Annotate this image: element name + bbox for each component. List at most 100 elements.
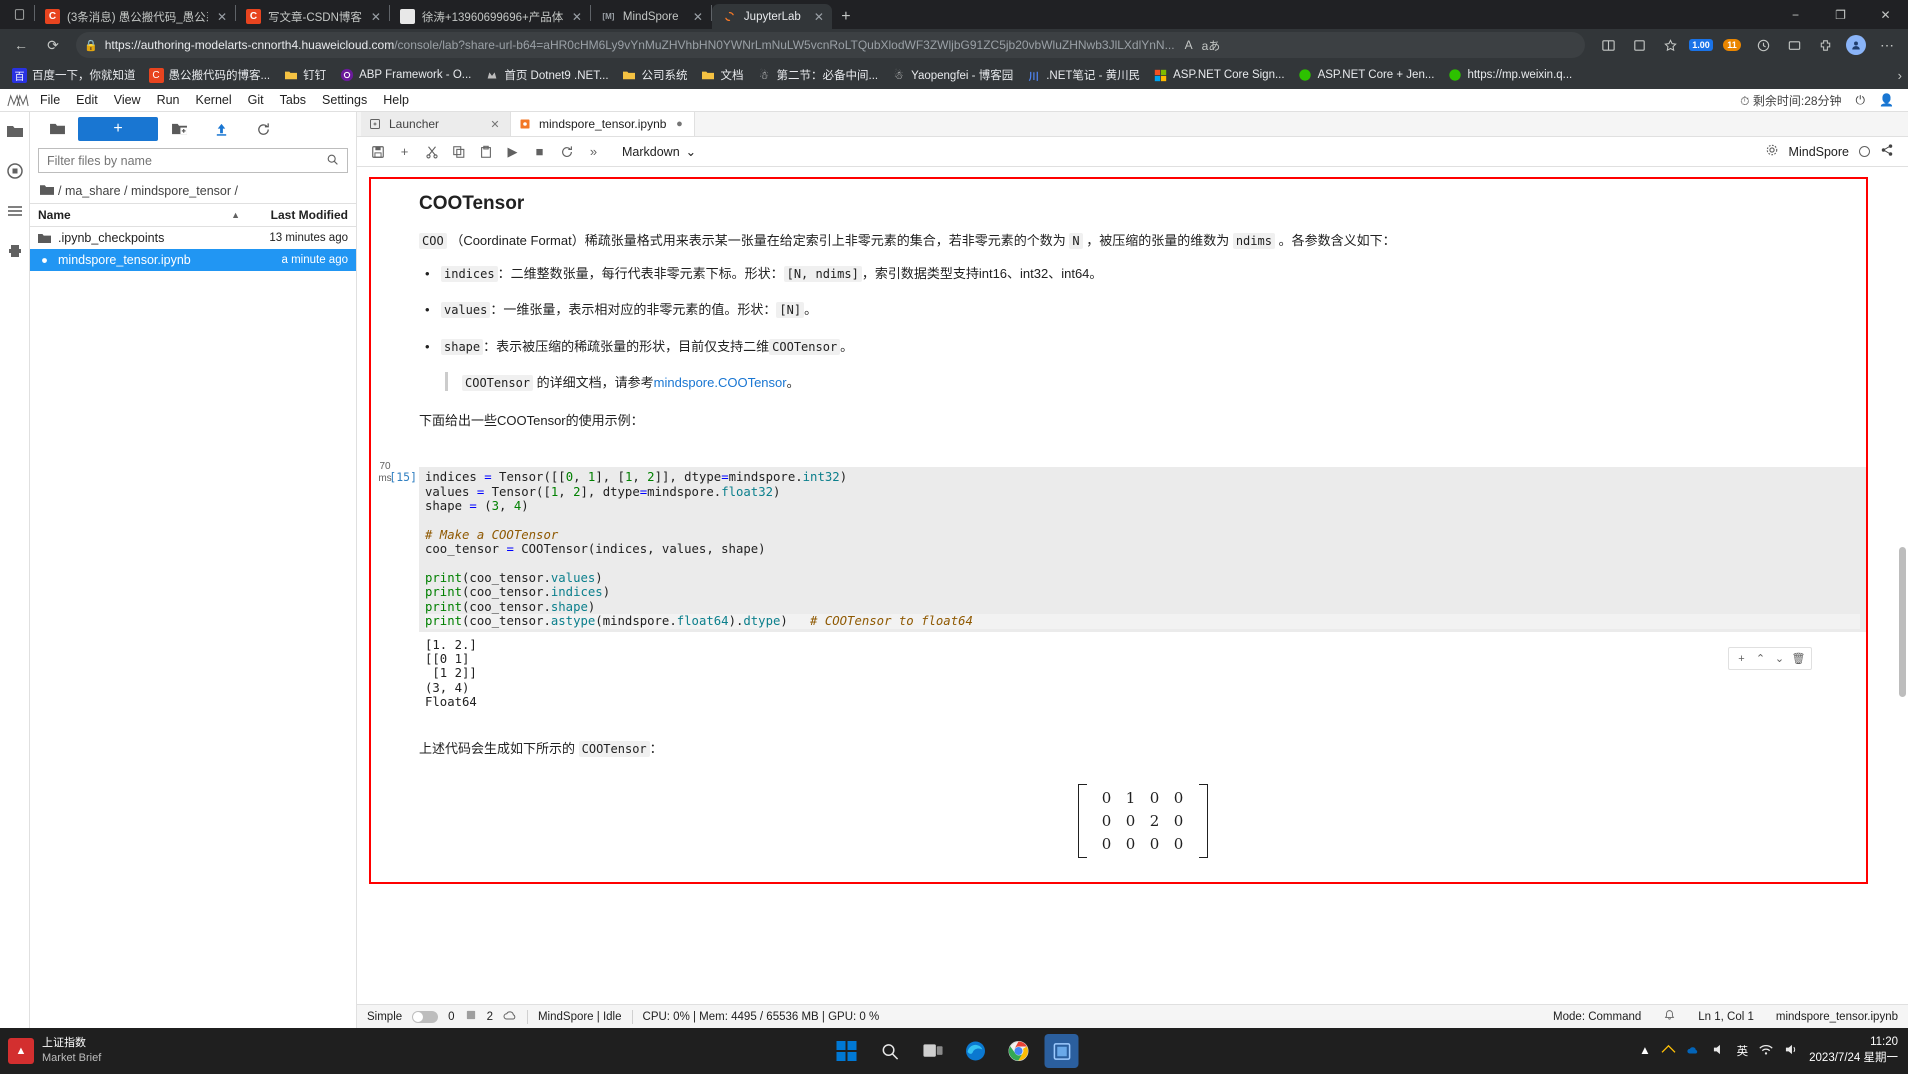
menu-kernel[interactable]: Kernel <box>188 91 240 109</box>
code-cell[interactable]: 70 ms [15] indices = Tensor([[0, 1], [1,… <box>371 461 1866 715</box>
cut-icon[interactable] <box>419 140 444 164</box>
bookmark-item[interactable]: ASP.NET Core + Jen... <box>1292 65 1441 86</box>
bookmark-item[interactable]: https://mp.weixin.q... <box>1441 65 1578 86</box>
onedrive-icon[interactable] <box>1686 1044 1702 1059</box>
bookmark-item[interactable]: ☃ 第二节：必备中间... <box>751 64 885 86</box>
menu-run[interactable]: Run <box>149 91 188 109</box>
markdown-cell[interactable]: COOTensor COO （Coordinate Format）稀疏张量格式用… <box>371 179 1866 451</box>
extension-manager-icon[interactable] <box>4 240 26 262</box>
notebook-scrollbar[interactable] <box>1896 167 1908 1004</box>
settings-more-icon[interactable]: ⋯ <box>1872 32 1902 58</box>
bookmark-item[interactable]: C 愚公搬代码的博客... <box>143 64 277 86</box>
edge-icon[interactable] <box>959 1034 993 1068</box>
code-input-area[interactable]: indices = Tensor([[0, 1], [1, 2]], dtype… <box>419 467 1866 632</box>
bell-icon[interactable] <box>1663 1009 1676 1025</box>
taskbar-clock[interactable]: 11:20 2023/7/24 星期一 <box>1809 1035 1898 1066</box>
menu-git[interactable]: Git <box>240 91 272 109</box>
power-icon[interactable]: ⏻ <box>1856 93 1866 108</box>
add-cell-icon[interactable]: + <box>1733 650 1750 667</box>
copy-icon[interactable] <box>446 140 471 164</box>
chrome-icon[interactable] <box>1002 1034 1036 1068</box>
insert-cell-icon[interactable]: + <box>392 140 417 164</box>
volume-icon[interactable] <box>1784 1043 1799 1059</box>
history-icon[interactable] <box>1748 32 1778 58</box>
stop-icon[interactable]: ■ <box>527 140 552 164</box>
move-up-icon[interactable]: ⌃ <box>1752 650 1769 667</box>
bookmark-item[interactable]: ABP Framework - O... <box>333 65 477 86</box>
bookmark-item[interactable]: ASP.NET Core Sign... <box>1147 65 1290 86</box>
bookmark-item[interactable]: 钉钉 <box>277 64 332 86</box>
refresh-icon[interactable] <box>242 116 284 142</box>
tab-close-icon[interactable]: ✕ <box>570 10 584 24</box>
browser-tab-1[interactable]: C 写文章-CSDN博客 ✕ <box>236 4 389 29</box>
reload-button[interactable]: ⟳ <box>38 32 68 58</box>
network-icon[interactable] <box>1661 1043 1676 1059</box>
browser-tab-0[interactable]: C (3条消息) 愚公搬代码_愚公系列· ✕ <box>35 4 235 29</box>
new-tab-button[interactable]: + <box>832 4 860 29</box>
wifi-icon[interactable] <box>1758 1043 1774 1059</box>
bookmark-item[interactable]: 川 .NET笔记 - 黄川民 <box>1020 64 1146 86</box>
browser-tab-2[interactable]: 徐涛+13960699696+产品体验评 ✕ <box>390 4 590 29</box>
menu-view[interactable]: View <box>106 91 149 109</box>
jupyter-window-icon[interactable] <box>1044 1034 1079 1068</box>
terminals-count[interactable]: 0 <box>448 1011 454 1023</box>
translate-icon[interactable]: aあ <box>1199 37 1224 54</box>
move-down-icon[interactable]: ⌄ <box>1771 650 1788 667</box>
sort-asc-icon[interactable]: ▲ <box>231 210 240 220</box>
gear-icon[interactable] <box>1765 143 1779 160</box>
menu-edit[interactable]: Edit <box>68 91 106 109</box>
split-screen-icon[interactable] <box>1593 32 1623 58</box>
file-browser-icon[interactable] <box>4 120 26 142</box>
paste-icon[interactable] <box>473 140 498 164</box>
bookmark-item[interactable]: 文档 <box>695 64 750 86</box>
tab-notebook[interactable]: mindspore_tensor.ipynb ● <box>511 112 696 136</box>
list-item[interactable]: mindspore_tensor.ipynb a minute ago <box>30 249 356 271</box>
tab-close-icon[interactable]: ✕ <box>369 10 383 24</box>
browser-tab-3[interactable]: [M] MindSpore ✕ <box>591 4 711 29</box>
search-icon[interactable] <box>326 153 339 169</box>
search-input[interactable] <box>47 153 326 168</box>
tab-close-icon[interactable]: ✕ <box>215 10 229 24</box>
menu-tabs[interactable]: Tabs <box>272 91 314 109</box>
start-icon[interactable] <box>830 1034 864 1068</box>
bookmark-item[interactable]: 首页 Dotnet9 .NET... <box>478 64 614 86</box>
tab-launcher[interactable]: Launcher ✕ <box>361 112 511 136</box>
bookmarks-overflow-icon[interactable]: › <box>1898 68 1902 83</box>
collections-panel-icon[interactable] <box>1779 32 1809 58</box>
commands-icon[interactable] <box>4 200 26 222</box>
rewards-badge[interactable]: 1.00 <box>1686 32 1716 58</box>
add-ons-icon[interactable] <box>1810 32 1840 58</box>
read-aloud-icon[interactable]: A <box>1182 38 1196 52</box>
file-filter-box[interactable] <box>38 148 348 173</box>
kernel-name[interactable]: MindSpore <box>1789 145 1849 159</box>
ime-icon[interactable]: 英 <box>1737 1043 1749 1059</box>
user-icon[interactable]: 👤 <box>1879 93 1894 107</box>
profile-avatar[interactable] <box>1841 32 1871 58</box>
new-launcher-button[interactable]: + <box>78 117 158 141</box>
maximize-button[interactable]: ❐ <box>1818 0 1863 29</box>
markdown-cell-trailing[interactable]: 上述代码会生成如下所示的 COOTensor： 0 1 0 0 0 0 2 0 … <box>371 715 1866 882</box>
favorite-icon[interactable] <box>1655 32 1685 58</box>
delete-cell-icon[interactable]: 🗑 <box>1790 650 1807 667</box>
tab-close-icon[interactable]: ✕ <box>691 10 705 24</box>
bookmark-item[interactable]: 公司系统 <box>616 64 694 86</box>
tab-search-icon[interactable] <box>4 0 34 29</box>
column-name[interactable]: Name <box>38 208 231 222</box>
restart-icon[interactable] <box>554 140 579 164</box>
minimize-button[interactable]: − <box>1773 0 1818 29</box>
close-window-button[interactable]: ✕ <box>1863 0 1908 29</box>
breadcrumb[interactable]: / ma_share / mindspore_tensor / <box>30 179 356 203</box>
taskbar-widget[interactable]: ▲ 上证指数 Market Brief <box>0 1036 200 1066</box>
back-button[interactable]: ← <box>6 32 36 58</box>
tab-close-icon[interactable]: ✕ <box>488 118 502 131</box>
task-view-icon[interactable] <box>916 1034 950 1068</box>
cursor-position[interactable]: Ln 1, Col 1 <box>1698 1011 1754 1023</box>
share-icon[interactable] <box>1880 143 1894 160</box>
run-icon[interactable]: ▶ <box>500 140 525 164</box>
tab-dirty-indicator[interactable]: ● <box>672 118 686 130</box>
collections-icon[interactable] <box>1624 32 1654 58</box>
new-folder-icon[interactable] <box>158 116 200 142</box>
kernels-count[interactable]: 2 <box>487 1011 493 1023</box>
menu-help[interactable]: Help <box>375 91 417 109</box>
sound-icon[interactable] <box>1712 1043 1727 1059</box>
